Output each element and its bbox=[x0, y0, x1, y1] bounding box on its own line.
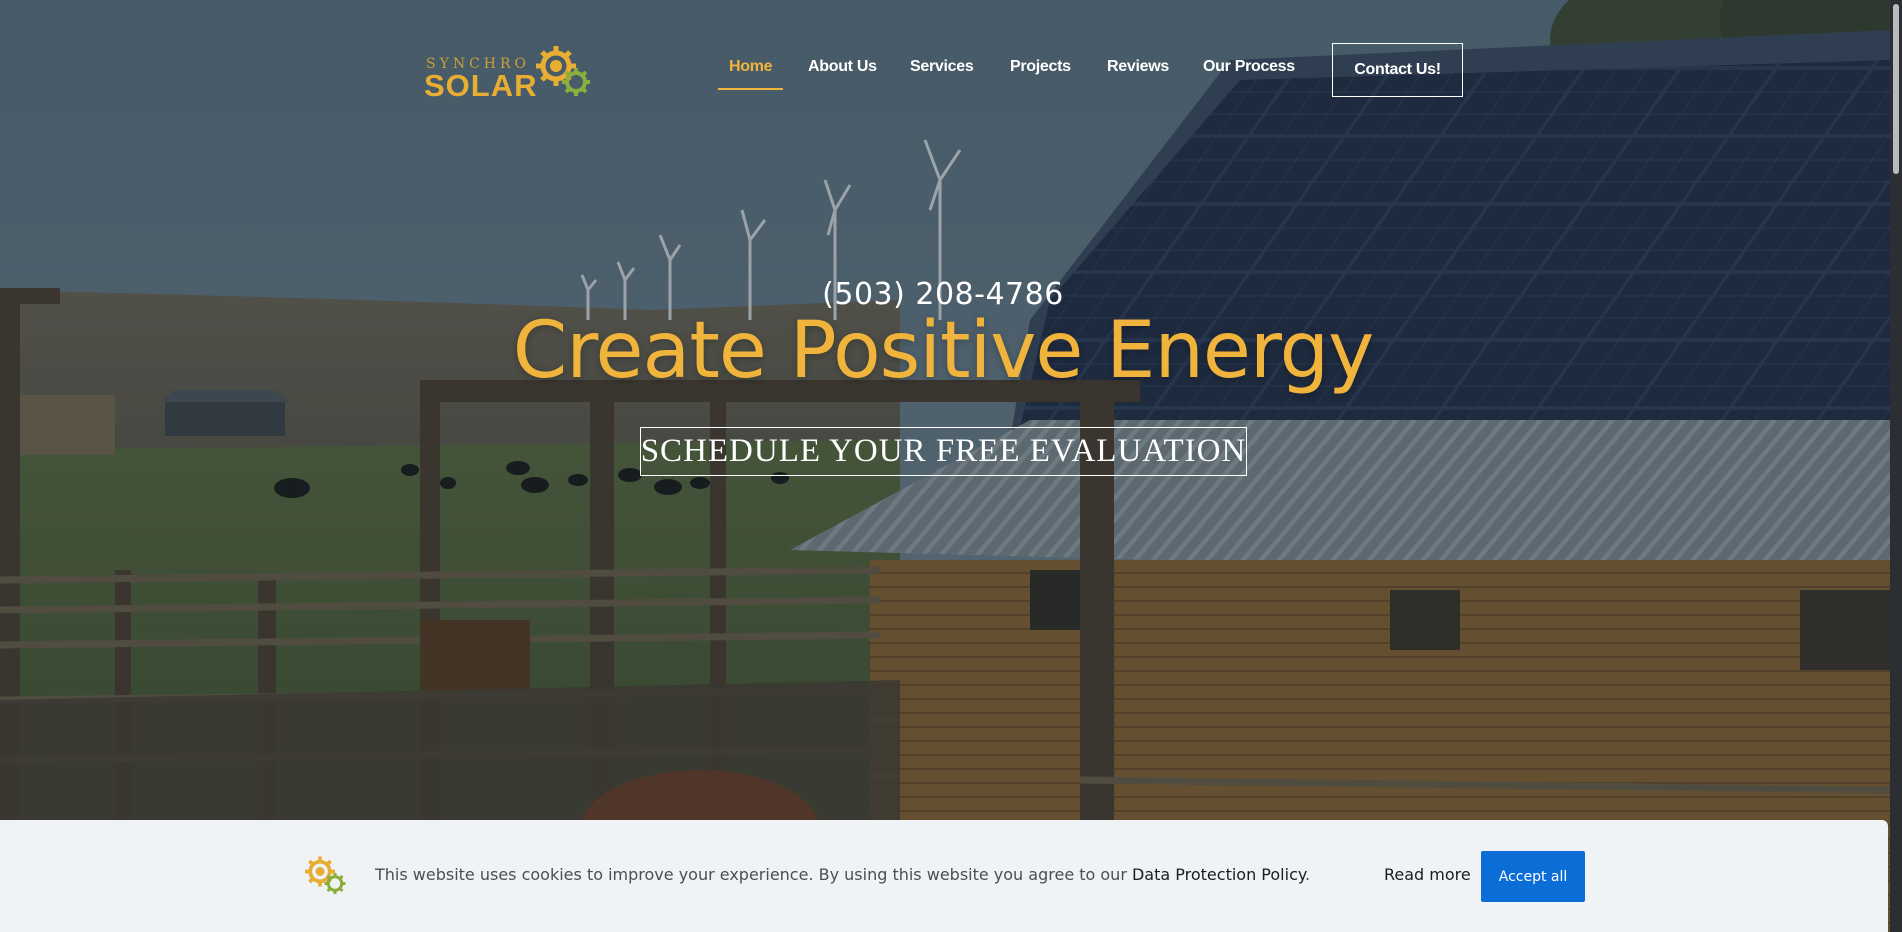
contact-us-button[interactable]: Contact Us! bbox=[1332, 43, 1463, 97]
nav-item-about-us[interactable]: About Us bbox=[808, 58, 877, 76]
nav-item-reviews[interactable]: Reviews bbox=[1107, 58, 1169, 76]
gear-sun-icon bbox=[536, 46, 590, 96]
scrollbar-thumb[interactable] bbox=[1893, 4, 1899, 174]
logo-text-solar: SOLAR bbox=[424, 68, 538, 103]
site-logo[interactable]: SYNCHRO SOLAR bbox=[424, 44, 596, 103]
scrollbar[interactable] bbox=[1890, 0, 1902, 932]
nav-item-projects[interactable]: Projects bbox=[1010, 58, 1071, 76]
cookie-message-text: This website uses cookies to improve you… bbox=[375, 865, 1132, 884]
nav-item-our-process[interactable]: Our Process bbox=[1203, 58, 1295, 76]
read-more-link[interactable]: Read more bbox=[1384, 865, 1471, 884]
nav-item-services[interactable]: Services bbox=[910, 58, 974, 76]
hero-headline: Create Positive Energy bbox=[512, 306, 1375, 396]
data-protection-policy-link[interactable]: Data Protection Policy bbox=[1132, 865, 1305, 884]
cookie-message-period: . bbox=[1305, 865, 1311, 884]
cookie-consent-banner: This website uses cookies to improve you… bbox=[0, 820, 1888, 932]
nav-item-home[interactable]: Home bbox=[717, 58, 784, 90]
cookie-message: This website uses cookies to improve you… bbox=[375, 865, 1310, 884]
schedule-evaluation-button[interactable]: SCHEDULE YOUR FREE EVALUATION bbox=[640, 427, 1247, 476]
gear-sun-icon bbox=[305, 856, 346, 894]
accept-all-button[interactable]: Accept all bbox=[1481, 851, 1585, 902]
